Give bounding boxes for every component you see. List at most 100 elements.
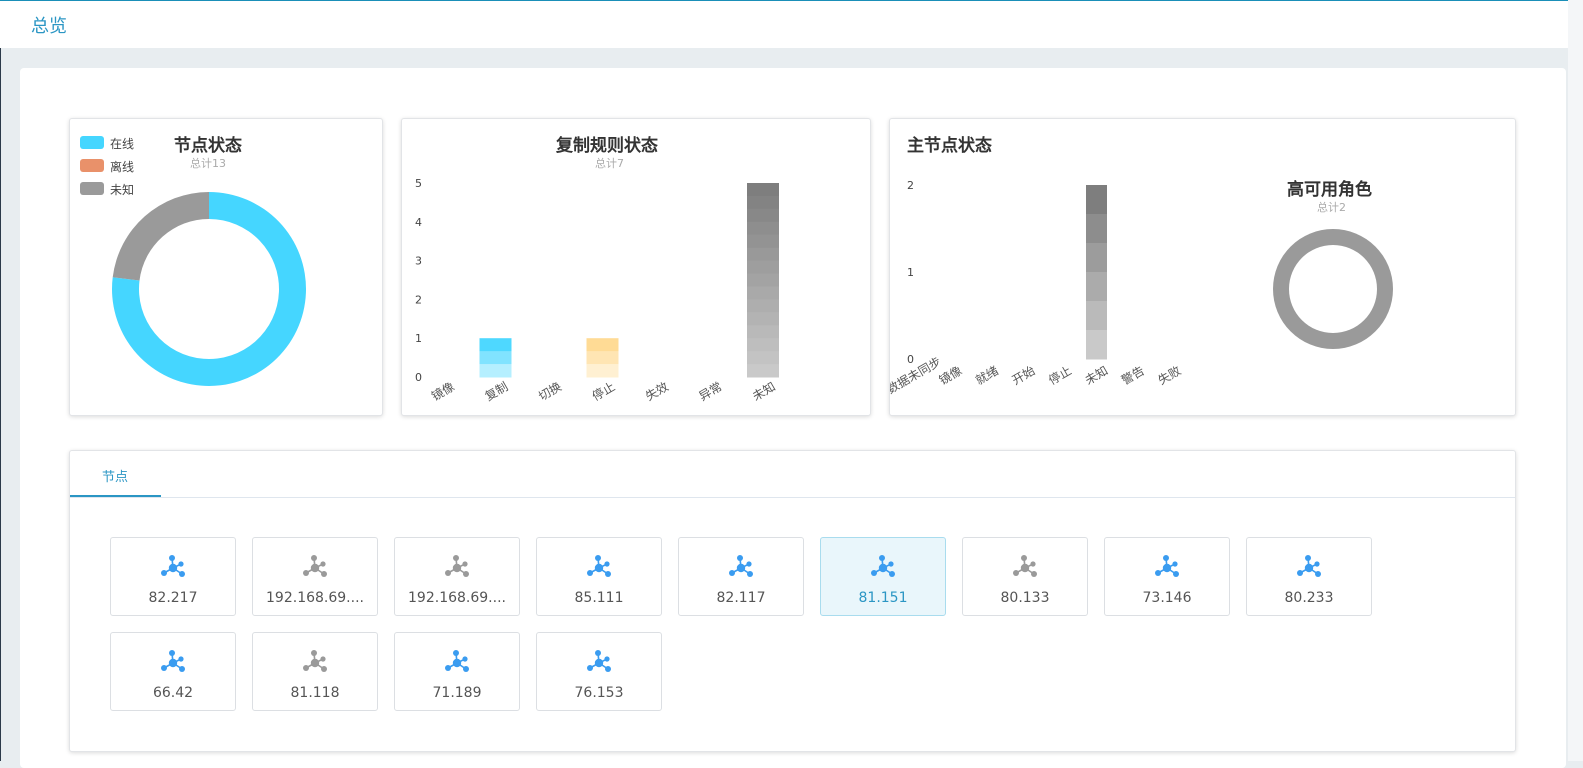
bar-segment bbox=[1086, 330, 1107, 360]
node-cluster-icon bbox=[445, 555, 469, 577]
x-tick-label: 未知 bbox=[750, 379, 778, 403]
x-tick-label: 复制 bbox=[483, 379, 511, 403]
master-status-card: 主节点状态 0 1 2 数据未同步 镜像 就绪 开始 停止 未知 警告 失败 高可用角色 总计2 bbox=[889, 118, 1516, 416]
node-cluster-icon bbox=[1013, 555, 1037, 577]
bar-segment bbox=[747, 273, 779, 287]
bar-segment bbox=[747, 234, 779, 249]
node-tile[interactable]: 80.133 bbox=[962, 537, 1088, 616]
bar-segment bbox=[747, 195, 779, 210]
replication-status-card: 复制规则状态 总计7 0 1 2 3 4 5 镜像 复制 切换 停止 失效 异常 未知 bbox=[401, 118, 871, 416]
node-label: 82.117 bbox=[716, 590, 766, 606]
x-tick-label: 停止 bbox=[589, 379, 617, 404]
node-tile[interactable]: 71.189 bbox=[394, 632, 520, 711]
tab-divider bbox=[70, 497, 1515, 498]
bar-segment bbox=[586, 338, 619, 352]
bar-segment bbox=[1086, 214, 1107, 244]
node-cluster-icon bbox=[871, 555, 895, 577]
node-label: 76.153 bbox=[574, 685, 624, 701]
x-tick-label: 异常 bbox=[697, 379, 725, 403]
bar[interactable] bbox=[747, 183, 779, 378]
x-tick-label: 开始 bbox=[1010, 363, 1038, 387]
bar-segment bbox=[747, 312, 779, 326]
bar-segment bbox=[1086, 185, 1107, 215]
bar-segment bbox=[747, 221, 779, 236]
node-label: 82.217 bbox=[148, 590, 198, 606]
bar-segment bbox=[479, 364, 512, 378]
node-cluster-icon bbox=[161, 650, 185, 672]
bar-segment bbox=[747, 247, 779, 262]
node-tile[interactable]: 73.146 bbox=[1104, 537, 1230, 616]
node-label: 80.233 bbox=[1284, 590, 1334, 606]
bar[interactable] bbox=[479, 338, 512, 378]
bar[interactable] bbox=[1086, 185, 1107, 360]
master-status-bar-chart: 012数据未同步镜像 就绪 开始 停止 未知 警告 失败 bbox=[890, 179, 1393, 397]
bar-segment bbox=[479, 351, 512, 365]
node-cluster-icon bbox=[303, 555, 327, 577]
bar-segment bbox=[747, 286, 779, 300]
bar[interactable] bbox=[586, 338, 619, 378]
x-tick-label: 切换 bbox=[536, 379, 564, 403]
node-cluster-icon bbox=[445, 650, 469, 672]
node-tile[interactable]: 76.153 bbox=[536, 632, 662, 711]
y-tick-label: 2 bbox=[415, 293, 422, 306]
node-tile[interactable]: 66.42 bbox=[110, 632, 236, 711]
node-cluster-icon bbox=[587, 650, 611, 672]
x-tick-label: 停止 bbox=[1046, 363, 1074, 388]
bar-segment bbox=[1086, 272, 1107, 302]
node-tile[interactable]: 80.233 bbox=[1246, 537, 1372, 616]
y-tick-label: 5 bbox=[415, 177, 422, 190]
bar-segment bbox=[747, 325, 779, 339]
node-cluster-icon bbox=[1155, 555, 1179, 577]
x-tick-label: 就绪 bbox=[973, 363, 1001, 387]
y-tick-label: 2 bbox=[907, 179, 914, 192]
bar-segment bbox=[747, 183, 779, 197]
pie-hole bbox=[1289, 245, 1377, 333]
replication-bar-chart: 0 1 2 3 4 5 镜像 复制 切换 停止 失效 异常 未知 bbox=[415, 177, 779, 404]
top-bar: 总览 bbox=[0, 0, 1583, 48]
node-label: 81.151 bbox=[858, 590, 908, 606]
node-cluster-icon bbox=[161, 555, 185, 577]
node-tile[interactable]: 192.168.69.... bbox=[252, 537, 378, 616]
y-tick-label: 0 bbox=[907, 353, 914, 366]
y-tick-label: 1 bbox=[415, 332, 422, 345]
node-tile[interactable]: 82.217 bbox=[110, 537, 236, 616]
node-cluster-icon bbox=[587, 555, 611, 577]
node-cluster-icon bbox=[1297, 555, 1321, 577]
y-tick-label: 4 bbox=[415, 216, 422, 229]
node-tile[interactable]: 81.118 bbox=[252, 632, 378, 711]
node-tile[interactable]: 192.168.69.... bbox=[394, 537, 520, 616]
y-tick-label: 0 bbox=[415, 371, 422, 384]
bar-segment bbox=[479, 338, 512, 352]
chart-title-ha: 高可用角色 bbox=[1287, 180, 1372, 200]
bar-segment bbox=[747, 260, 779, 275]
node-tile[interactable]: 85.111 bbox=[536, 537, 662, 616]
node-status-donut bbox=[111, 192, 306, 386]
x-tick-label: 失败 bbox=[1155, 363, 1183, 388]
x-tick-label: 警告 bbox=[1119, 363, 1147, 388]
bar-segment bbox=[747, 299, 779, 313]
node-tile[interactable]: 82.117 bbox=[678, 537, 804, 616]
node-label: 66.42 bbox=[152, 685, 194, 701]
node-label: 73.146 bbox=[1142, 590, 1192, 606]
bar-segment bbox=[1086, 301, 1107, 331]
bar-segment bbox=[1086, 243, 1107, 273]
node-tile[interactable]: 81.151 bbox=[820, 537, 946, 616]
bar-segment bbox=[747, 208, 779, 223]
page-title: 总览 bbox=[31, 16, 67, 37]
y-tick-label: 3 bbox=[415, 255, 422, 268]
node-label: 80.133 bbox=[1000, 590, 1050, 606]
node-cluster-icon bbox=[303, 650, 327, 672]
node-label: 192.168.69.... bbox=[408, 590, 506, 606]
tab-nodes[interactable]: 节点 bbox=[70, 451, 161, 497]
frame-edge-right bbox=[1568, 0, 1583, 761]
pie-slice[interactable] bbox=[112, 192, 209, 281]
bar-segment bbox=[747, 364, 779, 378]
x-tick-label: 镜像 bbox=[429, 379, 457, 404]
nodes-card: 节点 82.217 192.168.69.... 192.168.69.... 85.… bbox=[69, 450, 1516, 752]
tab-label: 节点 bbox=[102, 470, 129, 485]
bar-segment bbox=[747, 338, 779, 352]
y-tick-label: 1 bbox=[907, 266, 914, 279]
frame-edge bbox=[0, 48, 1, 761]
x-tick-label: 未知 bbox=[1083, 363, 1111, 387]
node-label: 71.189 bbox=[432, 685, 482, 701]
